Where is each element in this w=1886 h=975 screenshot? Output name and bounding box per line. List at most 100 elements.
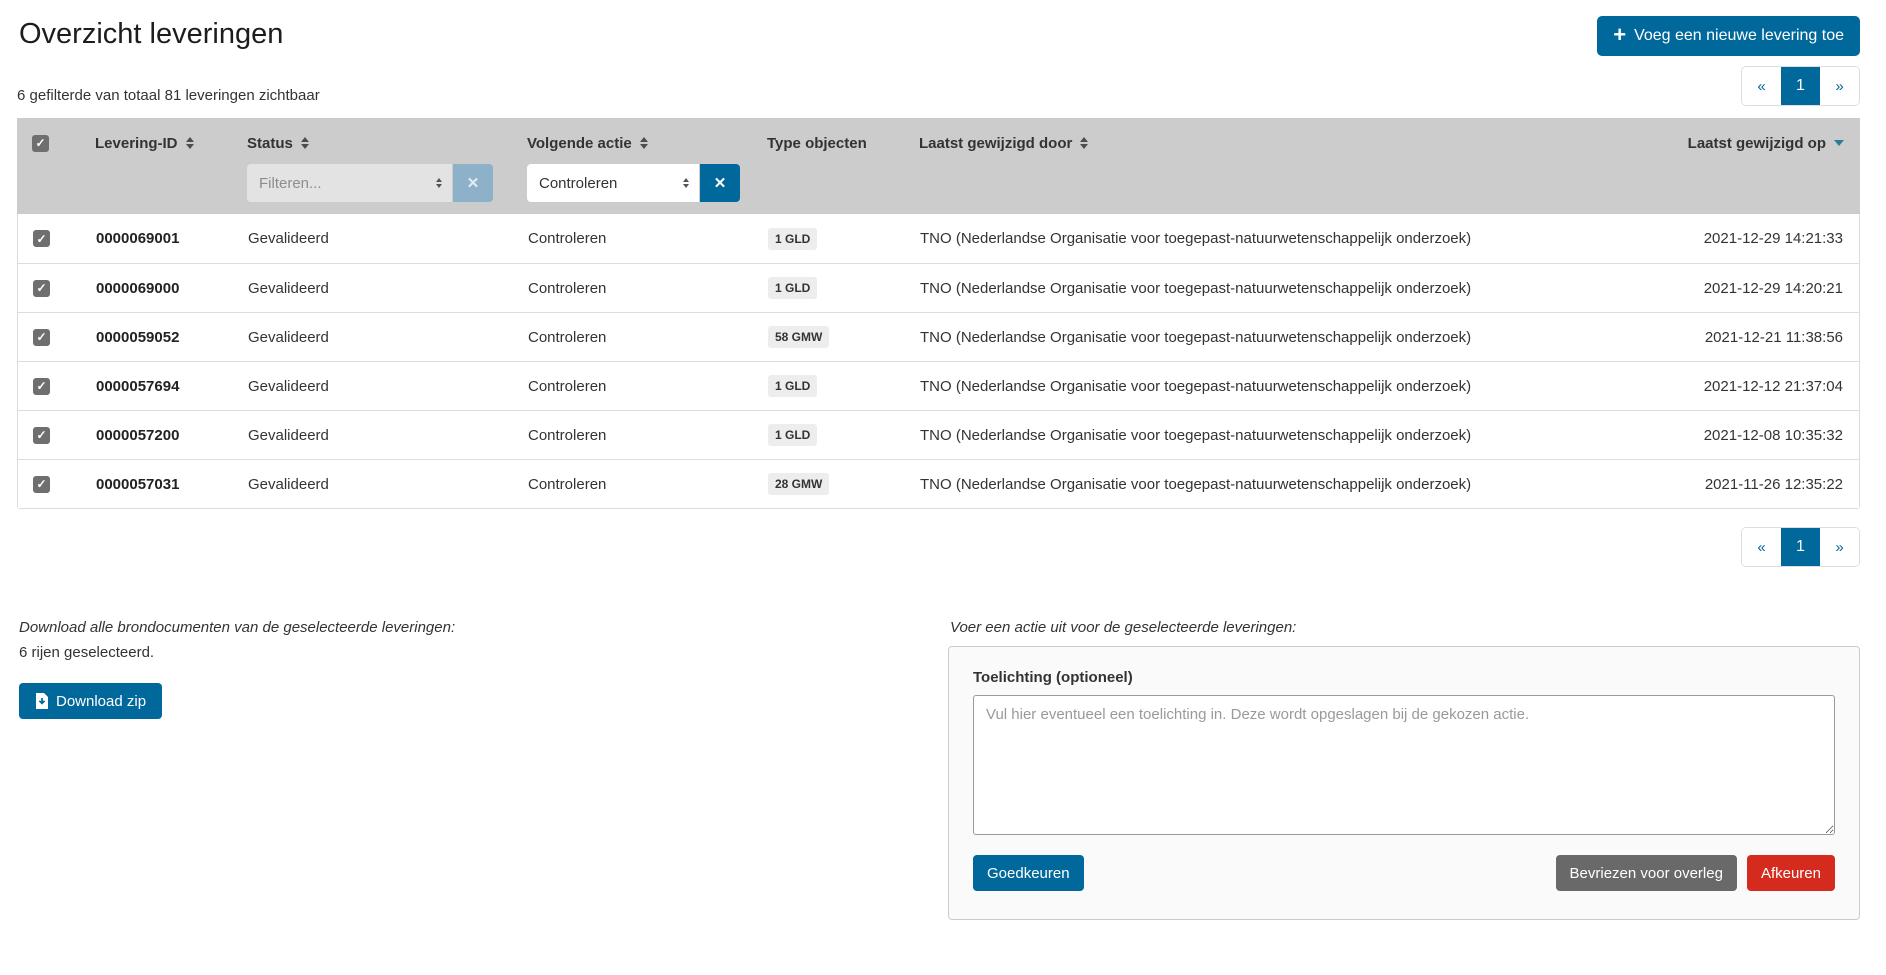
- chevrons-left-icon: «: [1757, 539, 1765, 556]
- row-checkbox[interactable]: ✓: [33, 378, 50, 395]
- download-icon: [35, 693, 49, 709]
- download-zip-button[interactable]: Download zip: [19, 683, 162, 719]
- pagination-prev-button[interactable]: «: [1742, 67, 1781, 105]
- column-header-gewijzigd-op[interactable]: Laatst gewijzigd op: [1655, 135, 1860, 152]
- column-header-gewijzigd-door[interactable]: Laatst gewijzigd door: [903, 135, 1655, 152]
- type-objecten-badge: 1 GLD: [768, 228, 817, 250]
- volgende-actie-cell: Controleren: [512, 280, 752, 297]
- table-body: ✓ 0000069001 Gevalideerd Controleren 1 G…: [17, 214, 1860, 509]
- column-header-status[interactable]: Status: [231, 135, 511, 152]
- gewijzigd-op-cell: 2021-12-21 11:38:56: [1654, 329, 1859, 346]
- action-buttons: Goedkeuren Bevriezen voor overleg Afkeur…: [973, 855, 1835, 891]
- action-heading: Voer een actie uit voor de geselecteerde…: [950, 619, 1860, 636]
- table-row[interactable]: ✓ 0000069001 Gevalideerd Controleren 1 G…: [18, 214, 1859, 263]
- add-levering-button[interactable]: + Voeg een nieuwe levering toe: [1597, 16, 1860, 56]
- table-header: ✓ Levering-ID Status Volgende actie Type…: [17, 118, 1860, 214]
- status-filter-select[interactable]: Filteren...: [247, 164, 452, 202]
- pagination-page-button[interactable]: 1: [1781, 528, 1820, 566]
- gewijzigd-door-cell: TNO (Nederlandse Organisatie voor toegep…: [904, 427, 1654, 444]
- status-cell: Gevalideerd: [232, 476, 512, 493]
- chevrons-left-icon: «: [1757, 78, 1765, 95]
- gewijzigd-op-cell: 2021-12-12 21:37:04: [1654, 378, 1859, 395]
- check-icon: ✓: [36, 331, 46, 343]
- header-label-row: ✓ Levering-ID Status Volgende actie Type…: [17, 118, 1860, 162]
- filter-summary: 6 gefilterde van totaal 81 leveringen zi…: [17, 87, 320, 106]
- gewijzigd-op-cell: 2021-12-08 10:35:32: [1654, 427, 1859, 444]
- gewijzigd-door-cell: TNO (Nederlandse Organisatie voor toegep…: [904, 378, 1654, 395]
- status-cell: Gevalideerd: [232, 427, 512, 444]
- row-checkbox[interactable]: ✓: [33, 427, 50, 444]
- toelichting-label: Toelichting (optioneel): [973, 669, 1835, 686]
- volgende-actie-cell: Controleren: [512, 329, 752, 346]
- selected-rows-info: 6 rijen geselecteerd.: [19, 644, 455, 661]
- sort-icon: [1080, 137, 1088, 149]
- volgende-actie-cell: Controleren: [512, 378, 752, 395]
- row-checkbox[interactable]: ✓: [33, 476, 50, 493]
- download-zip-label: Download zip: [56, 693, 146, 710]
- column-header-levering-id[interactable]: Levering-ID: [79, 135, 231, 152]
- status-filter-placeholder: Filteren...: [259, 175, 322, 192]
- row-checkbox[interactable]: ✓: [33, 230, 50, 247]
- column-header-volgende-actie[interactable]: Volgende actie: [511, 135, 751, 152]
- status-cell: Gevalideerd: [232, 378, 512, 395]
- header-filter-row: Filteren... ✕ Controleren: [17, 162, 1860, 214]
- pagination-prev-button[interactable]: «: [1742, 528, 1781, 566]
- clear-status-filter-button[interactable]: ✕: [453, 164, 493, 202]
- type-objecten-badge: 58 GMW: [768, 326, 829, 348]
- table-row[interactable]: ✓ 0000057031 Gevalideerd Controleren 28 …: [18, 459, 1859, 508]
- clear-filter-icon: ✕: [467, 174, 480, 192]
- download-heading: Download alle brondocumenten van de gese…: [19, 619, 455, 636]
- toelichting-textarea[interactable]: [973, 695, 1835, 835]
- pagination-next-button[interactable]: »: [1820, 528, 1859, 566]
- leveringen-table: ✓ Levering-ID Status Volgende actie Type…: [17, 118, 1860, 509]
- status-cell: Gevalideerd: [232, 280, 512, 297]
- check-icon: ✓: [36, 380, 46, 392]
- table-row[interactable]: ✓ 0000059052 Gevalideerd Controleren 58 …: [18, 312, 1859, 361]
- gewijzigd-op-cell: 2021-12-29 14:21:33: [1654, 230, 1859, 247]
- summary-bar: 6 gefilterde van totaal 81 leveringen zi…: [0, 56, 1886, 106]
- levering-id-cell: 0000057694: [80, 378, 232, 395]
- table-row[interactable]: ✓ 0000057694 Gevalideerd Controleren 1 G…: [18, 361, 1859, 410]
- type-objecten-badge: 1 GLD: [768, 424, 817, 446]
- topbar: Overzicht leveringen + Voeg een nieuwe l…: [0, 0, 1886, 56]
- add-levering-button-label: Voeg een nieuwe levering toe: [1634, 27, 1844, 45]
- page-title: Overzicht leveringen: [19, 18, 283, 51]
- table-row[interactable]: ✓ 0000057200 Gevalideerd Controleren 1 G…: [18, 410, 1859, 459]
- select-all-checkbox[interactable]: ✓: [32, 135, 49, 152]
- chevrons-right-icon: »: [1835, 78, 1843, 95]
- bevriezen-button[interactable]: Bevriezen voor overleg: [1556, 855, 1737, 891]
- clear-volgende-actie-filter-button[interactable]: ✕: [700, 164, 740, 202]
- pagination-page-button[interactable]: 1: [1781, 67, 1820, 105]
- goedkeuren-button[interactable]: Goedkeuren: [973, 855, 1084, 891]
- download-section: Download alle brondocumenten van de gese…: [19, 619, 455, 719]
- levering-id-cell: 0000069000: [80, 280, 232, 297]
- check-icon: ✓: [36, 478, 46, 490]
- afkeuren-button[interactable]: Afkeuren: [1747, 855, 1835, 891]
- table-row[interactable]: ✓ 0000069000 Gevalideerd Controleren 1 G…: [18, 263, 1859, 312]
- pagination-top: « 1 »: [1741, 66, 1860, 106]
- select-arrows-icon: [683, 178, 689, 188]
- row-checkbox[interactable]: ✓: [33, 329, 50, 346]
- bottom-section: Download alle brondocumenten van de gese…: [0, 567, 1886, 920]
- type-objecten-badge: 1 GLD: [768, 375, 817, 397]
- pagination-bottom-bar: « 1 »: [0, 509, 1886, 567]
- volgende-actie-cell: Controleren: [512, 230, 752, 247]
- levering-id-cell: 0000057200: [80, 427, 232, 444]
- row-checkbox[interactable]: ✓: [33, 280, 50, 297]
- gewijzigd-door-cell: TNO (Nederlandse Organisatie voor toegep…: [904, 280, 1654, 297]
- status-filter: Filteren... ✕: [247, 164, 493, 202]
- volgende-actie-cell: Controleren: [512, 427, 752, 444]
- check-icon: ✓: [36, 233, 46, 245]
- volgende-actie-filter-select[interactable]: Controleren: [527, 164, 699, 202]
- sort-icon: [640, 137, 648, 149]
- levering-id-cell: 0000069001: [80, 230, 232, 247]
- action-section: Voer een actie uit voor de geselecteerde…: [948, 619, 1860, 920]
- gewijzigd-op-cell: 2021-11-26 12:35:22: [1654, 476, 1859, 493]
- gewijzigd-door-cell: TNO (Nederlandse Organisatie voor toegep…: [904, 329, 1654, 346]
- levering-id-cell: 0000059052: [80, 329, 232, 346]
- clear-filter-icon: ✕: [714, 174, 727, 192]
- sort-icon: [186, 137, 194, 149]
- pagination-next-button[interactable]: »: [1820, 67, 1859, 105]
- volgende-actie-cell: Controleren: [512, 476, 752, 493]
- volgende-actie-filter: Controleren ✕: [527, 164, 740, 202]
